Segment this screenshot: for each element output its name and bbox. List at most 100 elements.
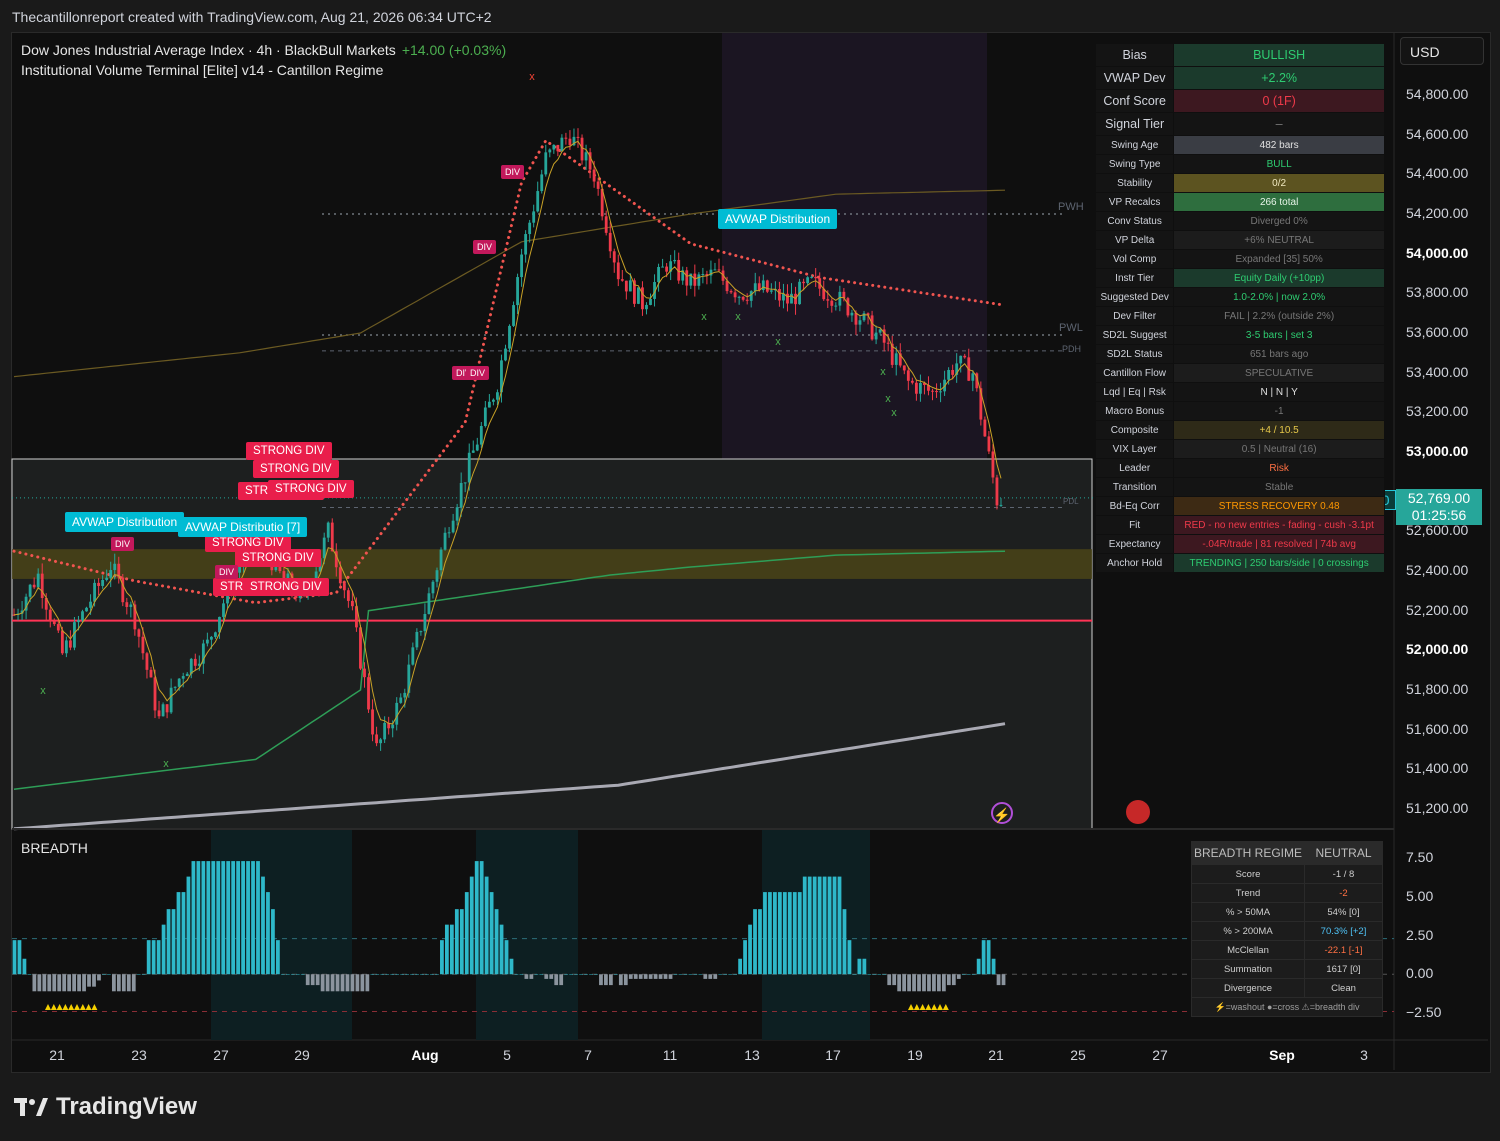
- candle: [765, 279, 769, 294]
- breadth-bar: [971, 974, 976, 975]
- info-key: SD2L Status: [1094, 344, 1175, 364]
- breadth-bar: [459, 909, 464, 975]
- breadth-bar: [683, 974, 688, 975]
- info-key: Signal Tier: [1094, 112, 1175, 136]
- oscillator-tick-label: 5.00: [1406, 887, 1434, 904]
- breadth-bar: [72, 974, 77, 992]
- breadth-bar: [519, 974, 524, 975]
- candle-body: [786, 293, 789, 304]
- date-tick-label: 19: [907, 1047, 923, 1063]
- candle-body: [693, 273, 697, 286]
- date-tick-label: 3: [1360, 1047, 1368, 1063]
- info-value: Risk: [1173, 458, 1385, 478]
- breadth-row: McClellan -22.1 [-1]: [1191, 940, 1383, 960]
- symbol-description: Dow Jones Industrial Average Index · 4h …: [21, 42, 396, 58]
- candle-body: [28, 584, 32, 597]
- candle: [552, 144, 556, 154]
- breadth-bar: [996, 974, 1001, 986]
- info-key: Transition: [1094, 477, 1175, 497]
- breadth-bar: [121, 974, 126, 992]
- candle: [516, 273, 519, 315]
- breadth-bar: [300, 974, 305, 975]
- breadth-bar: [628, 974, 633, 979]
- candle: [508, 324, 511, 353]
- info-value: +6% NEUTRAL: [1173, 230, 1385, 250]
- breadth-bar: [887, 974, 892, 986]
- breadth-bar: [797, 892, 802, 975]
- date-tick-label: 29: [294, 1047, 310, 1063]
- strong-div-label: STRONG DIV: [243, 578, 329, 596]
- candle-body: [419, 631, 423, 633]
- info-value: 3-5 bars | set 3: [1173, 325, 1385, 345]
- info-key: Stability: [1094, 173, 1175, 193]
- candle-body: [209, 636, 213, 640]
- date-tick-label: 7: [584, 1047, 592, 1063]
- info-key: Cantillon Flow: [1094, 363, 1175, 383]
- candle-body: [850, 312, 854, 316]
- level-label-pdh: PDH: [1062, 344, 1082, 354]
- breadth-bar: [186, 876, 191, 975]
- breadth-bar: [474, 861, 479, 975]
- breadth-bar: [594, 974, 598, 975]
- info-row: Fit RED - no new entries - fading - cush …: [1094, 515, 1385, 535]
- candle: [637, 287, 640, 305]
- breadth-value: 54% [0]: [1304, 902, 1383, 922]
- breadth-bar: [166, 909, 171, 975]
- candle: [504, 344, 507, 362]
- breadth-bar: [753, 909, 757, 975]
- candle-body: [991, 451, 995, 478]
- candle-body: [902, 365, 906, 371]
- candle-body: [560, 137, 564, 152]
- breadth-bar: [350, 974, 355, 992]
- info-value: +4 / 10.5: [1173, 420, 1385, 440]
- date-tick-label: 17: [825, 1047, 841, 1063]
- candle: [161, 702, 165, 717]
- candle: [532, 204, 536, 228]
- breadth-bar: [226, 861, 231, 975]
- washout-marker: [45, 1004, 51, 1010]
- candle-body: [141, 636, 145, 654]
- currency-selector[interactable]: USD: [1400, 37, 1484, 65]
- info-value: 651 bars ago: [1173, 344, 1385, 364]
- info-value: Expanded [35] 50%: [1173, 249, 1385, 269]
- info-value: STRESS RECOVERY 0.48: [1173, 496, 1385, 516]
- lightning-icon[interactable]: ⚡: [991, 802, 1013, 824]
- breadth-bar: [941, 974, 946, 992]
- breadth-bar: [713, 974, 718, 979]
- info-value: SPECULATIVE: [1173, 363, 1385, 383]
- candle: [524, 230, 528, 263]
- indicator-legend[interactable]: Institutional Volume Terminal [Elite] v1…: [21, 62, 383, 78]
- chart-legend-symbol[interactable]: Dow Jones Industrial Average Index · 4h …: [21, 42, 506, 58]
- candle-body: [189, 658, 193, 674]
- breadth-value: 70.3% [+2]: [1304, 921, 1383, 941]
- breadth-value: -1 / 8: [1304, 864, 1383, 884]
- candle-body: [455, 507, 459, 521]
- info-row: Anchor Hold TRENDING | 250 bars/side | 0 …: [1094, 553, 1385, 573]
- us-flag-icon[interactable]: [1126, 800, 1150, 824]
- info-row: Bias BULLISH: [1094, 43, 1385, 67]
- price-tick-label: 53,800.00: [1406, 284, 1469, 301]
- level-label-pdl: PDL: [1063, 497, 1079, 506]
- candle-body: [914, 382, 918, 394]
- breadth-bar: [877, 974, 882, 975]
- breadth-bar: [37, 974, 42, 992]
- strong-div-label: STRONG DIV: [253, 460, 339, 478]
- oscillator-tick-label: −2.50: [1406, 1004, 1442, 1020]
- info-value: –: [1173, 112, 1385, 136]
- info-key: Lqd | Eq | Rsk: [1094, 382, 1175, 402]
- breadth-bar: [768, 892, 772, 975]
- washout-marker: [68, 1004, 75, 1010]
- breadth-value: -2: [1304, 883, 1383, 903]
- signal-x-marker: x: [40, 685, 46, 697]
- breadth-bar: [126, 974, 131, 992]
- candle-body: [205, 639, 209, 644]
- signal-x-marker: x: [735, 311, 741, 323]
- info-key: Leader: [1094, 458, 1175, 478]
- breadth-bar: [867, 974, 872, 975]
- candle-body: [161, 704, 165, 717]
- info-value: 482 bars: [1173, 135, 1385, 155]
- price-change: +14.00 (+0.03%): [401, 42, 507, 58]
- candle-body: [963, 355, 967, 358]
- avwap-distribution-label: AVWAP Distributio [7]: [178, 517, 308, 537]
- breadth-bar: [464, 892, 469, 975]
